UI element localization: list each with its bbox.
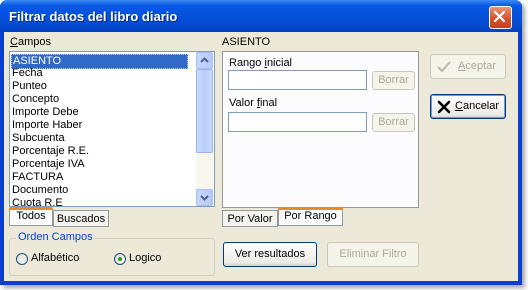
list-item[interactable]: FACTURA [12, 171, 63, 184]
list-item[interactable]: Punteo [12, 80, 47, 93]
orden-campos-title: Orden Campos [16, 231, 95, 243]
x-cancel-icon [437, 100, 451, 114]
campos-label-rest: ampos [17, 36, 51, 48]
list-item[interactable]: Porcentaje R.E. [12, 145, 89, 158]
tab-por-valor[interactable]: Por Valor [222, 210, 278, 227]
cancelar-label-rest: ancelar [462, 100, 500, 112]
radio-logico-label[interactable]: Logico [129, 252, 161, 264]
valor-final-label-a: Valor [229, 97, 257, 109]
aceptar-label: Aceptar [458, 55, 496, 78]
asiento-header: ASIENTO [222, 36, 271, 48]
list-item[interactable]: Porcentaje IVA [12, 158, 85, 171]
title-bar[interactable]: Filtrar datos del libro diario [0, 0, 522, 32]
rango-inicial-label-b: nicial [266, 57, 293, 69]
radio-alfabetico[interactable] [16, 253, 28, 265]
scroll-up-button[interactable] [196, 52, 213, 69]
borrar-final-button[interactable]: Borrar [372, 113, 415, 132]
valor-final-input[interactable] [228, 112, 367, 132]
window-title: Filtrar datos del libro diario [9, 9, 178, 24]
list-item[interactable]: Importe Debe [12, 106, 79, 119]
eliminar-filtro-button[interactable]: Eliminar Filtro [327, 242, 419, 267]
close-button[interactable] [489, 6, 512, 29]
tab-buscados[interactable]: Buscados [53, 210, 109, 227]
chevron-up-icon [200, 57, 209, 63]
radio-alfabetico-label[interactable]: Alfabético [31, 252, 79, 264]
list-item[interactable]: Importe Haber [12, 119, 82, 132]
aceptar-label-rest: ceptar [465, 60, 496, 72]
dialog-window: Filtrar datos del libro diario Campos AS… [0, 0, 522, 285]
rango-inicial-label: Rango inicial [229, 57, 292, 69]
cancelar-label-hotkey: C [455, 100, 463, 112]
scroll-thumb[interactable] [196, 69, 213, 153]
borrar-inicial-button[interactable]: Borrar [372, 71, 415, 90]
aceptar-button[interactable]: Aceptar [430, 54, 506, 79]
tab-por-rango[interactable]: Por Rango [278, 207, 343, 226]
rango-inicial-input[interactable] [228, 70, 367, 90]
rango-panel: Rango inicial Borrar Valor final Borrar [222, 51, 419, 208]
list-scrollbar[interactable] [196, 52, 213, 206]
ver-resultados-button[interactable]: Ver resultados [223, 242, 317, 267]
checkmark-icon [437, 61, 451, 73]
cancelar-button[interactable]: Cancelar [430, 94, 506, 119]
scroll-down-button[interactable] [196, 189, 213, 206]
rango-inicial-label-a: Rango [229, 57, 265, 69]
campos-label-hotkey: C [10, 36, 18, 48]
cancelar-label: Cancelar [455, 95, 499, 118]
list-item[interactable]: Subcuenta [12, 132, 65, 145]
campos-listbox[interactable]: ASIENTO Fecha Punteo Concepto Importe De… [9, 51, 215, 207]
list-item[interactable]: Concepto [12, 93, 59, 106]
orden-campos-group: Orden Campos Alfabético Logico [9, 231, 215, 276]
close-icon [494, 11, 505, 22]
dialog-client-area: Campos ASIENTO Fecha Punteo Concepto Imp… [4, 32, 518, 281]
list-item[interactable]: Fecha [12, 67, 43, 80]
valor-final-label: Valor final [229, 97, 277, 109]
tab-todos[interactable]: Todos [9, 207, 53, 226]
campos-label: Campos [10, 36, 51, 48]
list-item[interactable]: Cuota R.E [12, 197, 63, 206]
chevron-down-icon [200, 195, 209, 201]
valor-final-label-b: inal [259, 97, 278, 109]
radio-logico[interactable] [114, 253, 126, 265]
list-item[interactable]: Documento [12, 184, 68, 197]
